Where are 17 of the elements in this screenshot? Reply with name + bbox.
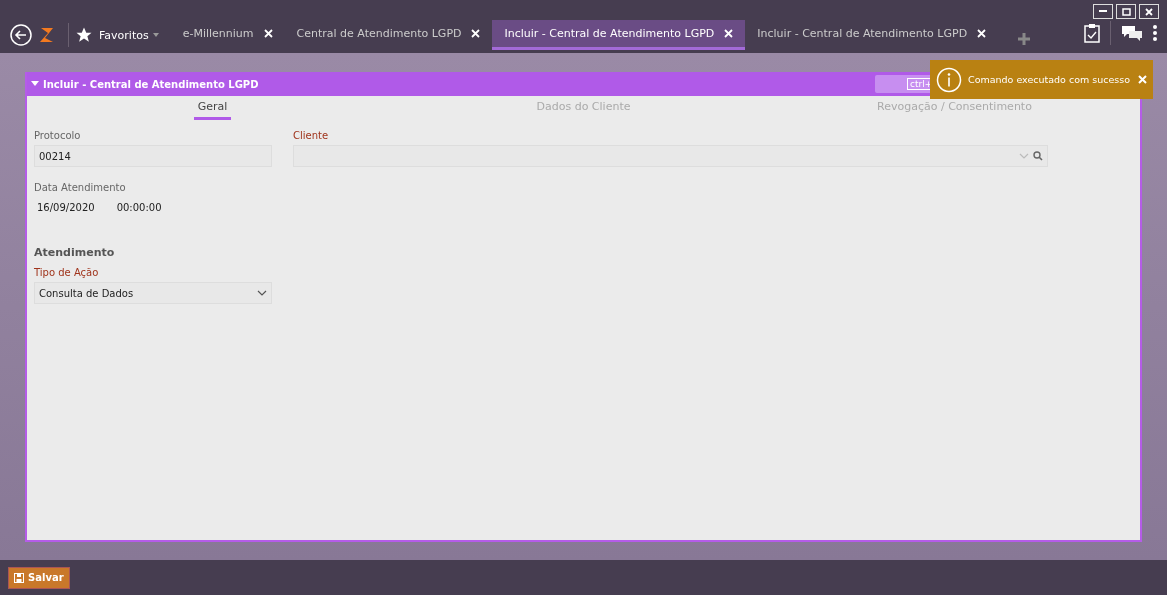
browser-tab[interactable]: Incluir - Central de Atendimento LGPD — [492, 20, 746, 50]
browser-tab[interactable]: e-Millennium — [170, 20, 285, 50]
favorites-menu[interactable]: Favoritos — [99, 28, 159, 42]
date-value[interactable]: 16/09/2020 — [37, 202, 95, 213]
field-label: Tipo de Ação — [34, 267, 100, 278]
toast-message: Comando executado com sucesso — [968, 74, 1131, 85]
field-label: Cliente — [293, 130, 330, 141]
panel-title: Incluir - Central de Atendimento LGPD — [43, 78, 259, 90]
field-label: Protocolo — [34, 130, 82, 141]
browser-tab[interactable]: Central de Atendimento LGPD — [284, 20, 493, 50]
action-type-dropdown[interactable]: Consulta de Dados — [34, 282, 272, 304]
browser-tab[interactable]: Incluir - Central de Atendimento LGPD — [745, 20, 999, 50]
time-value[interactable]: 00:00:00 — [116, 202, 162, 213]
protocol-field[interactable]: 00214 — [34, 145, 272, 167]
form-tab[interactable]: Geral — [27, 96, 398, 122]
section-heading: Atendimento — [34, 246, 116, 259]
field-label: Data Atendimento — [34, 182, 127, 193]
